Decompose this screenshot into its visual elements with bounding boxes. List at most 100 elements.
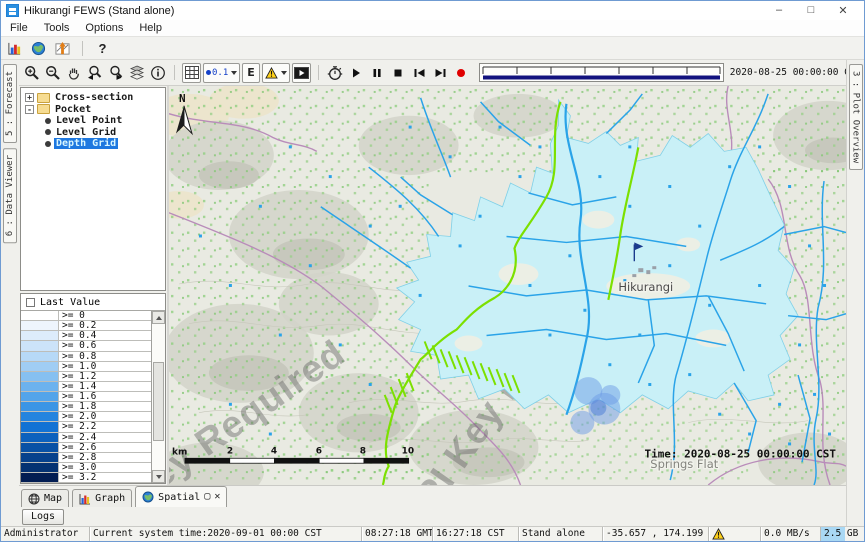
menu-item[interactable]: File [10,22,28,34]
title-bar: Hikurangi FEWS (Stand alone) – □ ✕ [1,1,864,20]
legend-row-label: >= 0.4 [59,331,151,340]
marker-size-value: 0.1 [212,68,228,78]
zoom-in-icon[interactable] [22,63,41,83]
menu-item[interactable]: Options [85,22,123,34]
legend-color-swatch [21,422,59,431]
record-button[interactable] [452,63,471,83]
legend-row-label: >= 0.2 [59,321,151,330]
legend-row-label: >= 0.6 [59,341,151,350]
tree-item-level-point[interactable]: Level Point [21,115,165,127]
play-button[interactable] [347,63,366,83]
legend-rows: >= 0 >= 0.2 [21,311,151,483]
legend-row-label: >= 3.2 [59,473,151,482]
minimize-button[interactable]: – [763,4,795,17]
tab-forecast[interactable]: 5 : Forecast [3,64,17,143]
tree-item-pocket[interactable]: - Pocket [21,104,165,116]
help-button[interactable]: ? [93,38,112,58]
legend-row-label: >= 1.6 [59,392,151,401]
svg-text:8: 8 [360,446,366,456]
close-button[interactable]: ✕ [827,4,859,17]
status-user: Administrator [1,527,89,541]
svg-text:6: 6 [316,446,322,456]
bullet-icon [45,118,51,124]
tab-maximize-icon[interactable]: ▢ [204,492,210,502]
pause-button[interactable] [368,63,387,83]
status-mode: Stand alone [518,527,602,541]
tab-data-viewer[interactable]: 6 : Data Viewer [3,148,17,243]
legend-color-swatch [21,402,59,411]
bottom-tab-bar: Map Graph Spatial ▢ ✕ [19,485,846,507]
step-back-button[interactable] [410,63,429,83]
bar-chart-icon [79,493,91,505]
logs-button[interactable]: Logs [22,509,64,525]
scroll-up-icon[interactable] [152,311,165,324]
tab-close-icon[interactable]: ✕ [214,492,220,502]
zoom-previous-icon[interactable] [85,63,104,83]
tab-plot-overview[interactable]: 3 : Plot Overview [849,64,863,170]
last-value-label: Last Value [40,297,100,308]
svg-text:km: km [172,447,187,457]
tree-item-depth-grid[interactable]: Depth Grid [21,138,165,150]
warning-triangle-icon [265,67,278,79]
folder-icon [37,93,50,103]
map-display-icon[interactable] [29,38,48,58]
expand-icon[interactable]: + [25,93,34,102]
time-slider[interactable] [479,63,724,82]
stop-button[interactable] [389,63,408,83]
legend-scrollbar[interactable] [151,311,165,483]
svg-text:2: 2 [227,446,233,456]
scroll-down-icon[interactable] [152,470,165,483]
legend-row-label: >= 1.4 [59,382,151,391]
last-value-checkbox[interactable] [26,298,35,307]
top-toolbar: ? [1,37,864,60]
time-slider-range [483,76,720,80]
collapse-icon[interactable]: - [25,105,34,114]
legend-toggle-button[interactable]: E [242,63,260,83]
step-forward-button[interactable] [431,63,450,83]
maximize-button[interactable]: □ [795,4,827,17]
chevron-down-icon [281,71,287,75]
menu-bar: File Tools Options Help [1,20,864,37]
database-display-icon[interactable] [5,38,24,58]
timeseries-display-icon[interactable] [53,38,72,58]
last-value-row: Last Value [21,294,165,311]
chevron-down-icon [231,71,237,75]
scrollbar-thumb[interactable] [153,362,164,441]
legend-row-label: >= 2.6 [59,443,151,452]
tree-item-cross-section[interactable]: + Cross-section [21,92,165,104]
animation-button[interactable] [292,63,311,83]
zoom-out-icon[interactable] [43,63,62,83]
timer-icon[interactable] [326,63,345,83]
status-system-time: Current system time:2020-09-01 00:00 CST [89,527,361,541]
zoom-next-icon[interactable] [106,63,125,83]
pan-hand-icon[interactable] [64,63,83,83]
tree-item-level-grid[interactable]: Level Grid [21,127,165,139]
app-window: Hikurangi FEWS (Stand alone) – □ ✕ File T… [0,0,865,542]
legend-color-swatch [21,382,59,391]
tab-map[interactable]: Map [21,489,69,507]
menu-item[interactable]: Tools [44,22,70,34]
legend-color-swatch [21,331,59,340]
legend-row: >= 3.2 [21,473,151,483]
svg-text:N: N [179,92,186,105]
current-frame-datetime: 2020-08-25 00:00:00 CST [730,67,862,78]
toolbar-separator [82,41,83,56]
tab-graph[interactable]: Graph [72,489,132,507]
menu-item[interactable]: Help [139,22,162,34]
grid-toggle-button[interactable] [182,63,201,83]
layers-icon[interactable] [127,63,146,83]
info-icon[interactable] [148,63,167,83]
legend-color-swatch [21,392,59,401]
map-label-hikurangi: Hikurangi [618,280,673,294]
warnings-dropdown[interactable] [262,63,290,83]
status-throughput: 0.0 MB/s [760,527,820,541]
legend-color-swatch [21,311,59,320]
logs-row: Logs [19,507,846,526]
status-warning[interactable] [708,527,760,541]
marker-size-dropdown[interactable]: 0.1 [203,63,240,83]
legend-color-swatch [21,473,59,482]
tab-spatial[interactable]: Spatial ▢ ✕ [135,486,227,507]
wire-globe-icon [28,493,40,505]
map-view[interactable]: API Key Required API Key Required [169,86,846,485]
folder-icon [37,104,50,114]
